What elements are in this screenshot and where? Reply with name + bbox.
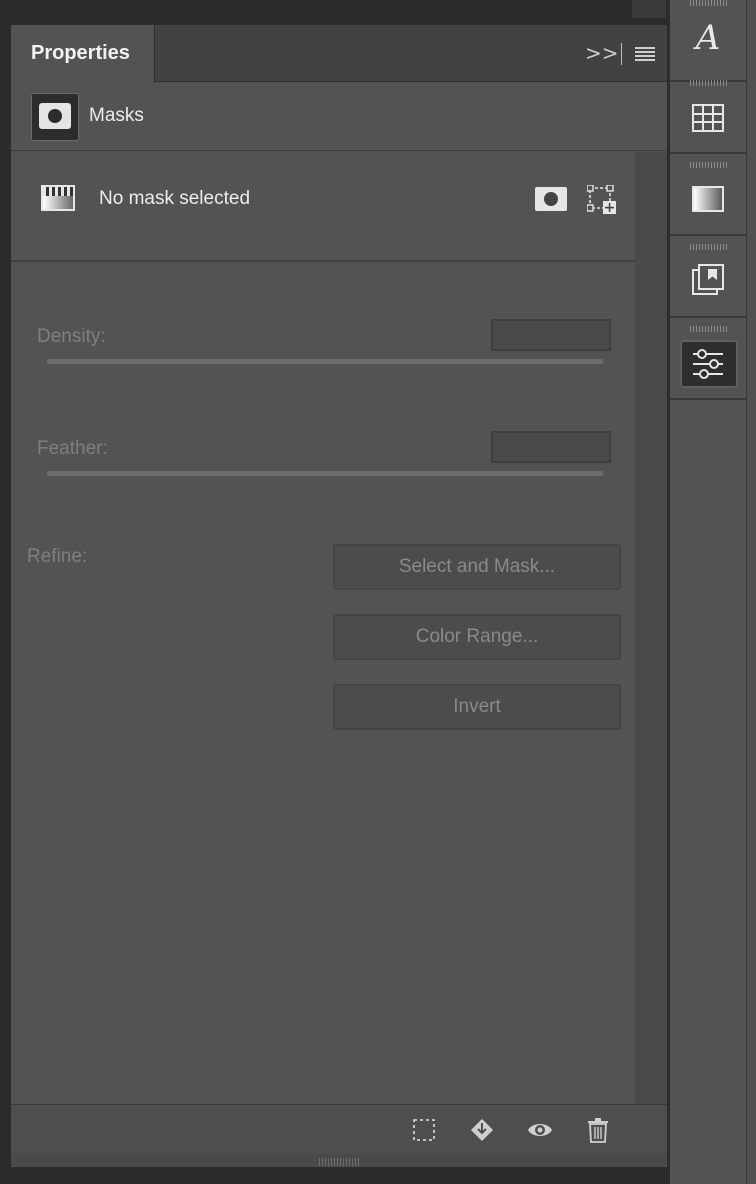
add-vector-mask-icon[interactable]	[587, 185, 617, 215]
dock-item-gradients[interactable]	[670, 154, 746, 236]
mask-status-row: No mask selected	[11, 152, 635, 262]
masks-header: Masks	[11, 83, 667, 151]
refine-label: Refine:	[27, 546, 88, 567]
dock-item-character[interactable]: A	[670, 0, 746, 82]
character-panel-icon: A	[695, 18, 721, 58]
select-and-mask-button[interactable]: Select and Mask...	[333, 544, 621, 590]
mask-section-icon[interactable]	[31, 93, 79, 141]
tab-properties[interactable]: Properties	[11, 25, 155, 83]
properties-panel: Properties >> Masks No mask selected Den…	[10, 24, 668, 1168]
panel-footer	[11, 1104, 667, 1154]
top-background-stripe	[632, 0, 666, 18]
selection-from-mask-icon[interactable]	[411, 1117, 437, 1143]
dock-item-swatches[interactable]	[670, 72, 746, 154]
dock-item-properties[interactable]	[670, 318, 746, 400]
panel-scrollbar[interactable]	[635, 152, 667, 1104]
collapse-panel-icon[interactable]: >>	[585, 39, 619, 67]
panel-menu-icon[interactable]	[635, 47, 655, 61]
properties-sliders-icon	[693, 349, 723, 379]
panel-dock: A	[668, 0, 746, 1184]
dock-item-libraries[interactable]	[670, 236, 746, 318]
density-slider[interactable]	[47, 359, 603, 364]
top-background	[0, 0, 666, 18]
add-pixel-mask-icon[interactable]	[535, 187, 567, 211]
gradients-icon	[690, 182, 726, 218]
density-label: Density:	[37, 326, 106, 347]
feather-input[interactable]	[491, 431, 611, 463]
density-input[interactable]	[491, 319, 611, 351]
invert-button[interactable]: Invert	[333, 684, 621, 730]
toggle-mask-visibility-icon[interactable]	[527, 1117, 553, 1143]
masks-content: No mask selected Density: Feather: Refin…	[11, 152, 635, 1104]
delete-mask-icon[interactable]	[585, 1117, 611, 1143]
apply-mask-icon[interactable]	[469, 1117, 495, 1143]
panel-resize-grip[interactable]	[11, 1154, 667, 1167]
dock-edge	[746, 0, 756, 1184]
mask-gradient-icon	[41, 185, 75, 211]
swatches-grid-icon	[692, 104, 724, 132]
tabbar-divider	[621, 43, 622, 65]
feather-label: Feather:	[37, 438, 108, 459]
libraries-icon	[692, 264, 724, 295]
color-range-button[interactable]: Color Range...	[333, 614, 621, 660]
panel-tabbar: Properties >>	[11, 25, 667, 83]
feather-slider[interactable]	[47, 471, 603, 476]
mask-status-text: No mask selected	[99, 188, 251, 209]
masks-title: Masks	[89, 105, 144, 126]
